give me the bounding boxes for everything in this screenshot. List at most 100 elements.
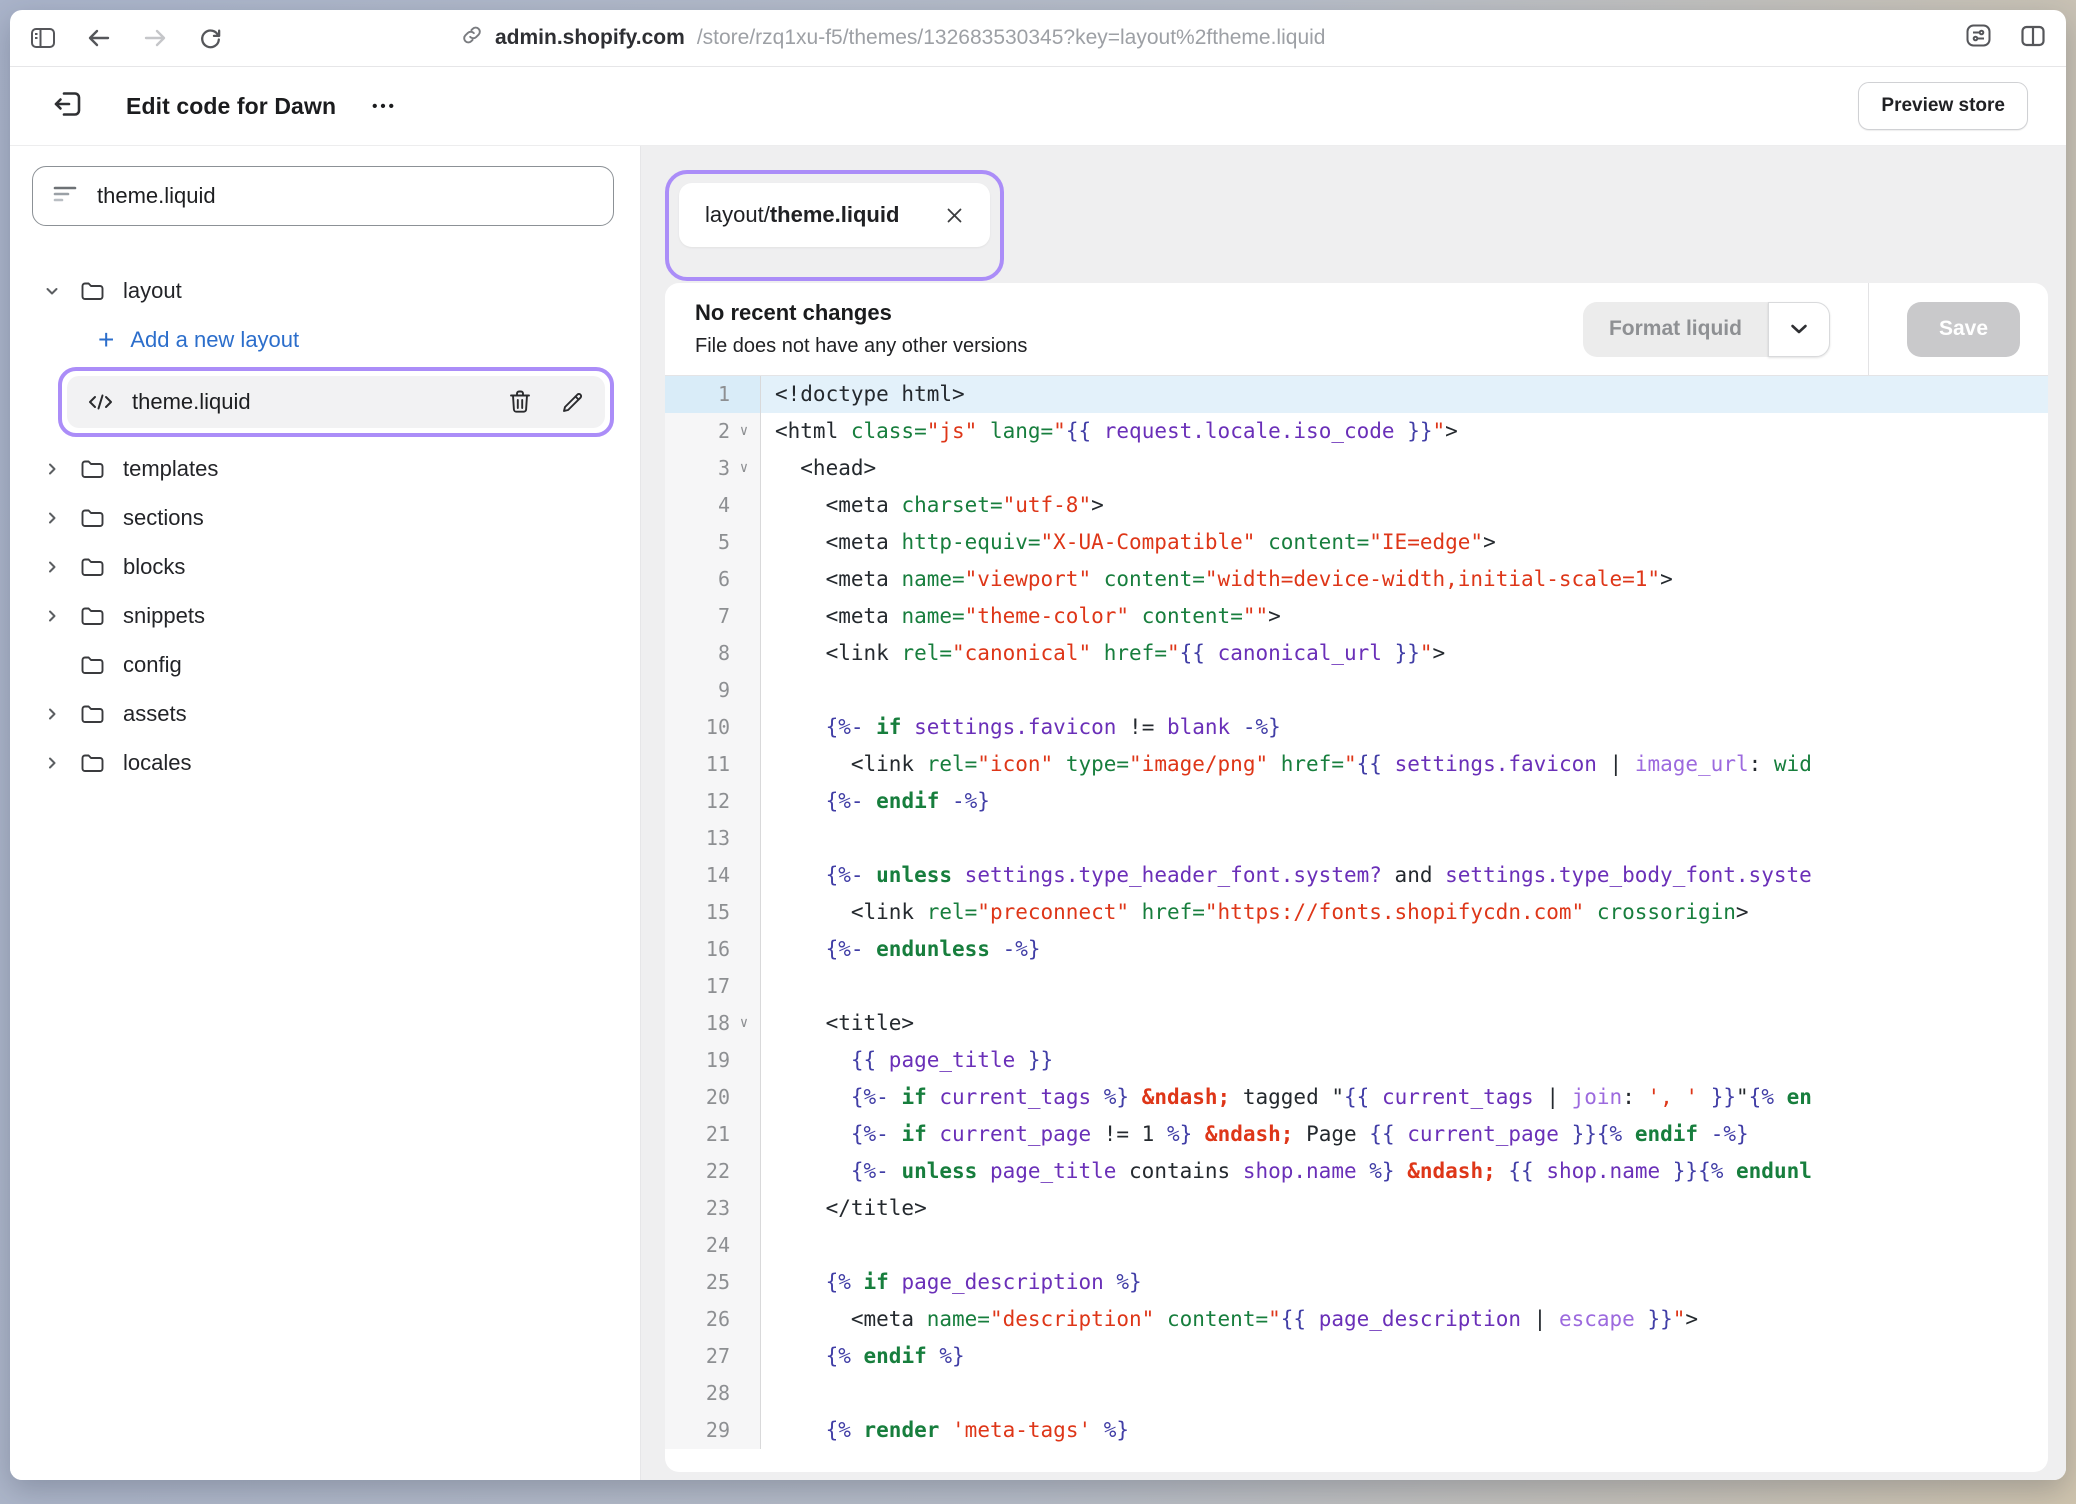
delete-file-icon[interactable]: [508, 389, 532, 415]
sidebar-folder-item[interactable]: blocks: [40, 542, 614, 591]
format-liquid-button[interactable]: Format liquid: [1583, 302, 1768, 357]
sidebar-folder-item[interactable]: config: [40, 640, 614, 689]
code-line-12[interactable]: 12 {%- endif -%}: [665, 783, 2048, 820]
line-number[interactable]: 23: [665, 1190, 761, 1227]
line-number[interactable]: 16: [665, 931, 761, 968]
search-input[interactable]: [95, 182, 593, 210]
code-line-25[interactable]: 25 {% if page_description %}: [665, 1264, 2048, 1301]
code-line-3[interactable]: 3∨ <head>: [665, 450, 2048, 487]
fold-toggle-icon[interactable]: ∨: [734, 450, 754, 487]
sidebar-folder-item[interactable]: assets: [40, 689, 614, 738]
line-number[interactable]: 11: [665, 746, 761, 783]
sidebar-folder-item[interactable]: snippets: [40, 591, 614, 640]
line-number[interactable]: 18∨: [665, 1005, 761, 1042]
overflow-menu-button[interactable]: •••: [372, 98, 397, 115]
code-line-20[interactable]: 20 {%- if current_tags %} &ndash; tagged…: [665, 1079, 2048, 1116]
code-text[interactable]: [761, 968, 2048, 1005]
code-line-7[interactable]: 7 <meta name="theme-color" content="">: [665, 598, 2048, 635]
save-button[interactable]: Save: [1907, 302, 2020, 357]
code-text[interactable]: <link rel="preconnect" href="https://fon…: [761, 894, 2048, 931]
tab-layout-theme-liquid[interactable]: layout/theme.liquid: [679, 183, 990, 247]
code-line-26[interactable]: 26 <meta name="description" content="{{ …: [665, 1301, 2048, 1338]
code-line-14[interactable]: 14 {%- unless settings.type_header_font.…: [665, 857, 2048, 894]
code-text[interactable]: <title>: [761, 1005, 2048, 1042]
code-line-21[interactable]: 21 {%- if current_page != 1 %} &ndash; P…: [665, 1116, 2048, 1153]
chevron-right-icon[interactable]: [40, 559, 64, 575]
code-text[interactable]: <meta name="description" content="{{ pag…: [761, 1301, 2048, 1338]
code-line-24[interactable]: 24: [665, 1227, 2048, 1264]
code-line-18[interactable]: 18∨ <title>: [665, 1005, 2048, 1042]
reload-icon[interactable]: [198, 26, 223, 51]
code-line-27[interactable]: 27 {% endif %}: [665, 1338, 2048, 1375]
code-text[interactable]: <meta charset="utf-8">: [761, 487, 2048, 524]
rename-file-icon[interactable]: [560, 390, 585, 415]
code-text[interactable]: </title>: [761, 1190, 2048, 1227]
line-number[interactable]: 20: [665, 1079, 761, 1116]
code-text[interactable]: {%- if current_page != 1 %} &ndash; Page…: [761, 1116, 2048, 1153]
fold-toggle-icon[interactable]: ∨: [734, 1005, 754, 1042]
sidebar-item-theme-liquid[interactable]: theme.liquid: [67, 376, 605, 428]
format-options-dropdown[interactable]: [1768, 302, 1830, 357]
code-line-22[interactable]: 22 {%- unless page_title contains shop.n…: [665, 1153, 2048, 1190]
code-text[interactable]: <link rel="icon" type="image/png" href="…: [761, 746, 2048, 783]
chevron-right-icon[interactable]: [40, 706, 64, 722]
sidebar-toggle-icon[interactable]: [30, 26, 56, 50]
split-view-icon[interactable]: [2020, 24, 2046, 53]
preview-store-button[interactable]: Preview store: [1858, 82, 2028, 130]
code-text[interactable]: <link rel="canonical" href="{{ canonical…: [761, 635, 2048, 672]
forward-icon[interactable]: [142, 26, 168, 50]
code-text[interactable]: [761, 1227, 2048, 1264]
code-line-16[interactable]: 16 {%- endunless -%}: [665, 931, 2048, 968]
page-settings-icon[interactable]: [1965, 23, 1992, 53]
line-number[interactable]: 27: [665, 1338, 761, 1375]
code-text[interactable]: <head>: [761, 450, 2048, 487]
line-number[interactable]: 7: [665, 598, 761, 635]
code-text[interactable]: {{ page_title }}: [761, 1042, 2048, 1079]
code-text[interactable]: [761, 1375, 2048, 1412]
chevron-right-icon[interactable]: [40, 608, 64, 624]
line-number[interactable]: 13: [665, 820, 761, 857]
code-line-8[interactable]: 8 <link rel="canonical" href="{{ canonic…: [665, 635, 2048, 672]
code-line-4[interactable]: 4 <meta charset="utf-8">: [665, 487, 2048, 524]
code-line-28[interactable]: 28: [665, 1375, 2048, 1412]
code-line-9[interactable]: 9: [665, 672, 2048, 709]
code-line-15[interactable]: 15 <link rel="preconnect" href="https://…: [665, 894, 2048, 931]
code-text[interactable]: [761, 820, 2048, 857]
add-new-layout-link[interactable]: + Add a new layout: [98, 315, 614, 364]
line-number[interactable]: 15: [665, 894, 761, 931]
code-text[interactable]: <meta http-equiv="X-UA-Compatible" conte…: [761, 524, 2048, 561]
code-text[interactable]: <!doctype html>: [761, 376, 2048, 413]
code-line-10[interactable]: 10 {%- if settings.favicon != blank -%}: [665, 709, 2048, 746]
code-line-23[interactable]: 23 </title>: [665, 1190, 2048, 1227]
back-icon[interactable]: [86, 26, 112, 50]
code-area[interactable]: 1<!doctype html>2∨<html class="js" lang=…: [665, 376, 2048, 1472]
code-text[interactable]: <meta name="theme-color" content="">: [761, 598, 2048, 635]
fold-toggle-icon[interactable]: ∨: [734, 413, 754, 450]
line-number[interactable]: 12: [665, 783, 761, 820]
line-number[interactable]: 29: [665, 1412, 761, 1449]
sidebar-folder-item[interactable]: templates: [40, 444, 614, 493]
code-text[interactable]: {%- endif -%}: [761, 783, 2048, 820]
file-search-box[interactable]: [32, 166, 614, 226]
code-line-13[interactable]: 13: [665, 820, 2048, 857]
code-line-5[interactable]: 5 <meta http-equiv="X-UA-Compatible" con…: [665, 524, 2048, 561]
line-number[interactable]: 28: [665, 1375, 761, 1412]
line-number[interactable]: 14: [665, 857, 761, 894]
code-text[interactable]: {% if page_description %}: [761, 1264, 2048, 1301]
line-number[interactable]: 10: [665, 709, 761, 746]
sidebar-folder-item[interactable]: sections: [40, 493, 614, 542]
line-number[interactable]: 9: [665, 672, 761, 709]
code-line-17[interactable]: 17: [665, 968, 2048, 1005]
chevron-right-icon[interactable]: [40, 755, 64, 771]
code-text[interactable]: [761, 672, 2048, 709]
code-text[interactable]: {%- endunless -%}: [761, 931, 2048, 968]
line-number[interactable]: 26: [665, 1301, 761, 1338]
code-text[interactable]: {%- unless settings.type_header_font.sys…: [761, 857, 2048, 894]
code-line-2[interactable]: 2∨<html class="js" lang="{{ request.loca…: [665, 413, 2048, 450]
address-bar[interactable]: admin.shopify.com/store/rzq1xu-f5/themes…: [461, 24, 1325, 52]
code-text[interactable]: {% render 'meta-tags' %}: [761, 1412, 2048, 1449]
line-number[interactable]: 5: [665, 524, 761, 561]
line-number[interactable]: 25: [665, 1264, 761, 1301]
line-number[interactable]: 6: [665, 561, 761, 598]
line-number[interactable]: 22: [665, 1153, 761, 1190]
